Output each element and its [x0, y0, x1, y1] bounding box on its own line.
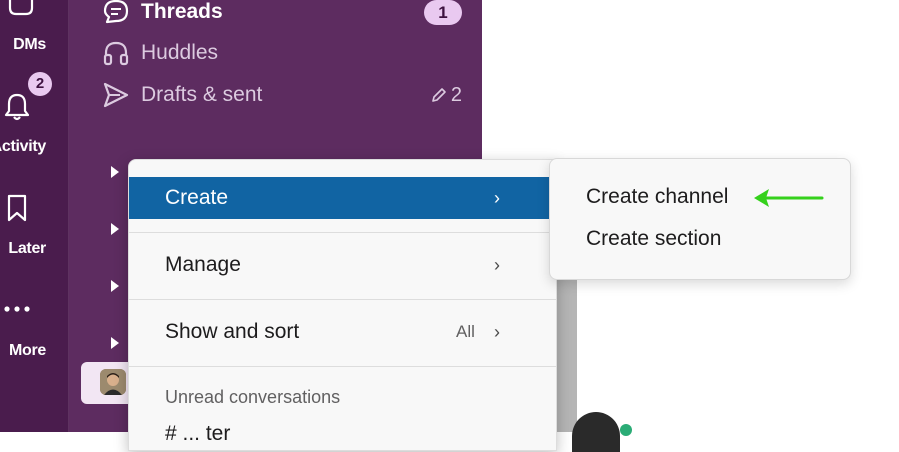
rail-label-later: Later [8, 240, 46, 257]
menu-item-clipped[interactable]: # ... ter [165, 422, 230, 446]
annotation-arrow-icon [754, 189, 824, 207]
show-and-sort-value: All [456, 322, 475, 341]
chevron-right-icon: › [494, 254, 500, 275]
menu-divider [129, 299, 556, 300]
submenu-item-label: Create section [586, 227, 722, 250]
rail-item-later[interactable]: Later [0, 190, 68, 260]
presence-dot [620, 424, 632, 436]
section-toggle-caret[interactable] [111, 223, 119, 235]
menu-item-manage[interactable]: Manage › [129, 244, 556, 286]
drafts-count: 2 [430, 84, 462, 107]
send-icon [103, 82, 129, 108]
menu-item-label: Manage [165, 253, 241, 276]
rail-item-dms[interactable]: DMs [0, 0, 68, 60]
drafts-count-value: 2 [450, 83, 462, 106]
workspace-rail: DMs 2 Activity Later More [0, 0, 69, 432]
sidebar-context-menu: Create › Manage › Show and sort All › Un… [128, 159, 557, 451]
menu-divider [129, 232, 556, 233]
message-avatar [572, 412, 620, 452]
bookmark-icon [7, 194, 27, 222]
more-icon [4, 306, 30, 312]
section-toggle-caret[interactable] [111, 280, 119, 292]
dms-icon [8, 0, 34, 16]
menu-item-label: Show and sort [165, 320, 300, 343]
headphones-icon [103, 41, 129, 66]
sidebar-item-label: Huddles [141, 41, 219, 64]
chevron-right-icon: › [494, 321, 500, 342]
rail-label-dms: DMs [13, 36, 46, 53]
menu-item-label: Create [165, 186, 229, 209]
bell-icon [4, 93, 30, 121]
menu-item-show-and-sort[interactable]: Show and sort All › [129, 311, 556, 353]
chevron-right-icon: › [494, 187, 500, 208]
scrollbar-track [555, 275, 577, 432]
pencil-icon [432, 88, 446, 102]
avatar-image [100, 369, 126, 395]
threads-icon [103, 0, 129, 24]
submenu-item-create-section[interactable]: Create section [586, 222, 721, 256]
menu-section-header: Unread conversations [165, 387, 341, 407]
menu-divider [129, 366, 556, 367]
sidebar-item-huddles[interactable]: Huddles [102, 36, 462, 70]
menu-item-create[interactable]: Create › [129, 177, 556, 219]
submenu-item-create-channel[interactable]: Create channel [586, 180, 728, 214]
avatar [100, 369, 126, 395]
rail-label-more: More [8, 342, 46, 359]
sidebar-item-label: Drafts & sent [141, 83, 263, 106]
rail-item-activity[interactable]: 2 Activity [0, 70, 68, 160]
sidebar-item-label: Threads [141, 0, 223, 23]
threads-badge: 1 [424, 0, 462, 25]
sidebar-item-drafts[interactable]: Drafts & sent 2 [102, 78, 462, 112]
sidebar-item-threads[interactable]: Threads 1 [102, 0, 462, 29]
activity-badge: 2 [28, 72, 52, 96]
section-toggle-caret[interactable] [111, 166, 119, 178]
rail-label-activity: Activity [0, 138, 46, 155]
section-toggle-caret[interactable] [111, 337, 119, 349]
rail-item-more[interactable]: More [0, 295, 68, 365]
submenu-item-label: Create channel [586, 185, 729, 208]
create-submenu: Create channel Create section [549, 158, 851, 280]
